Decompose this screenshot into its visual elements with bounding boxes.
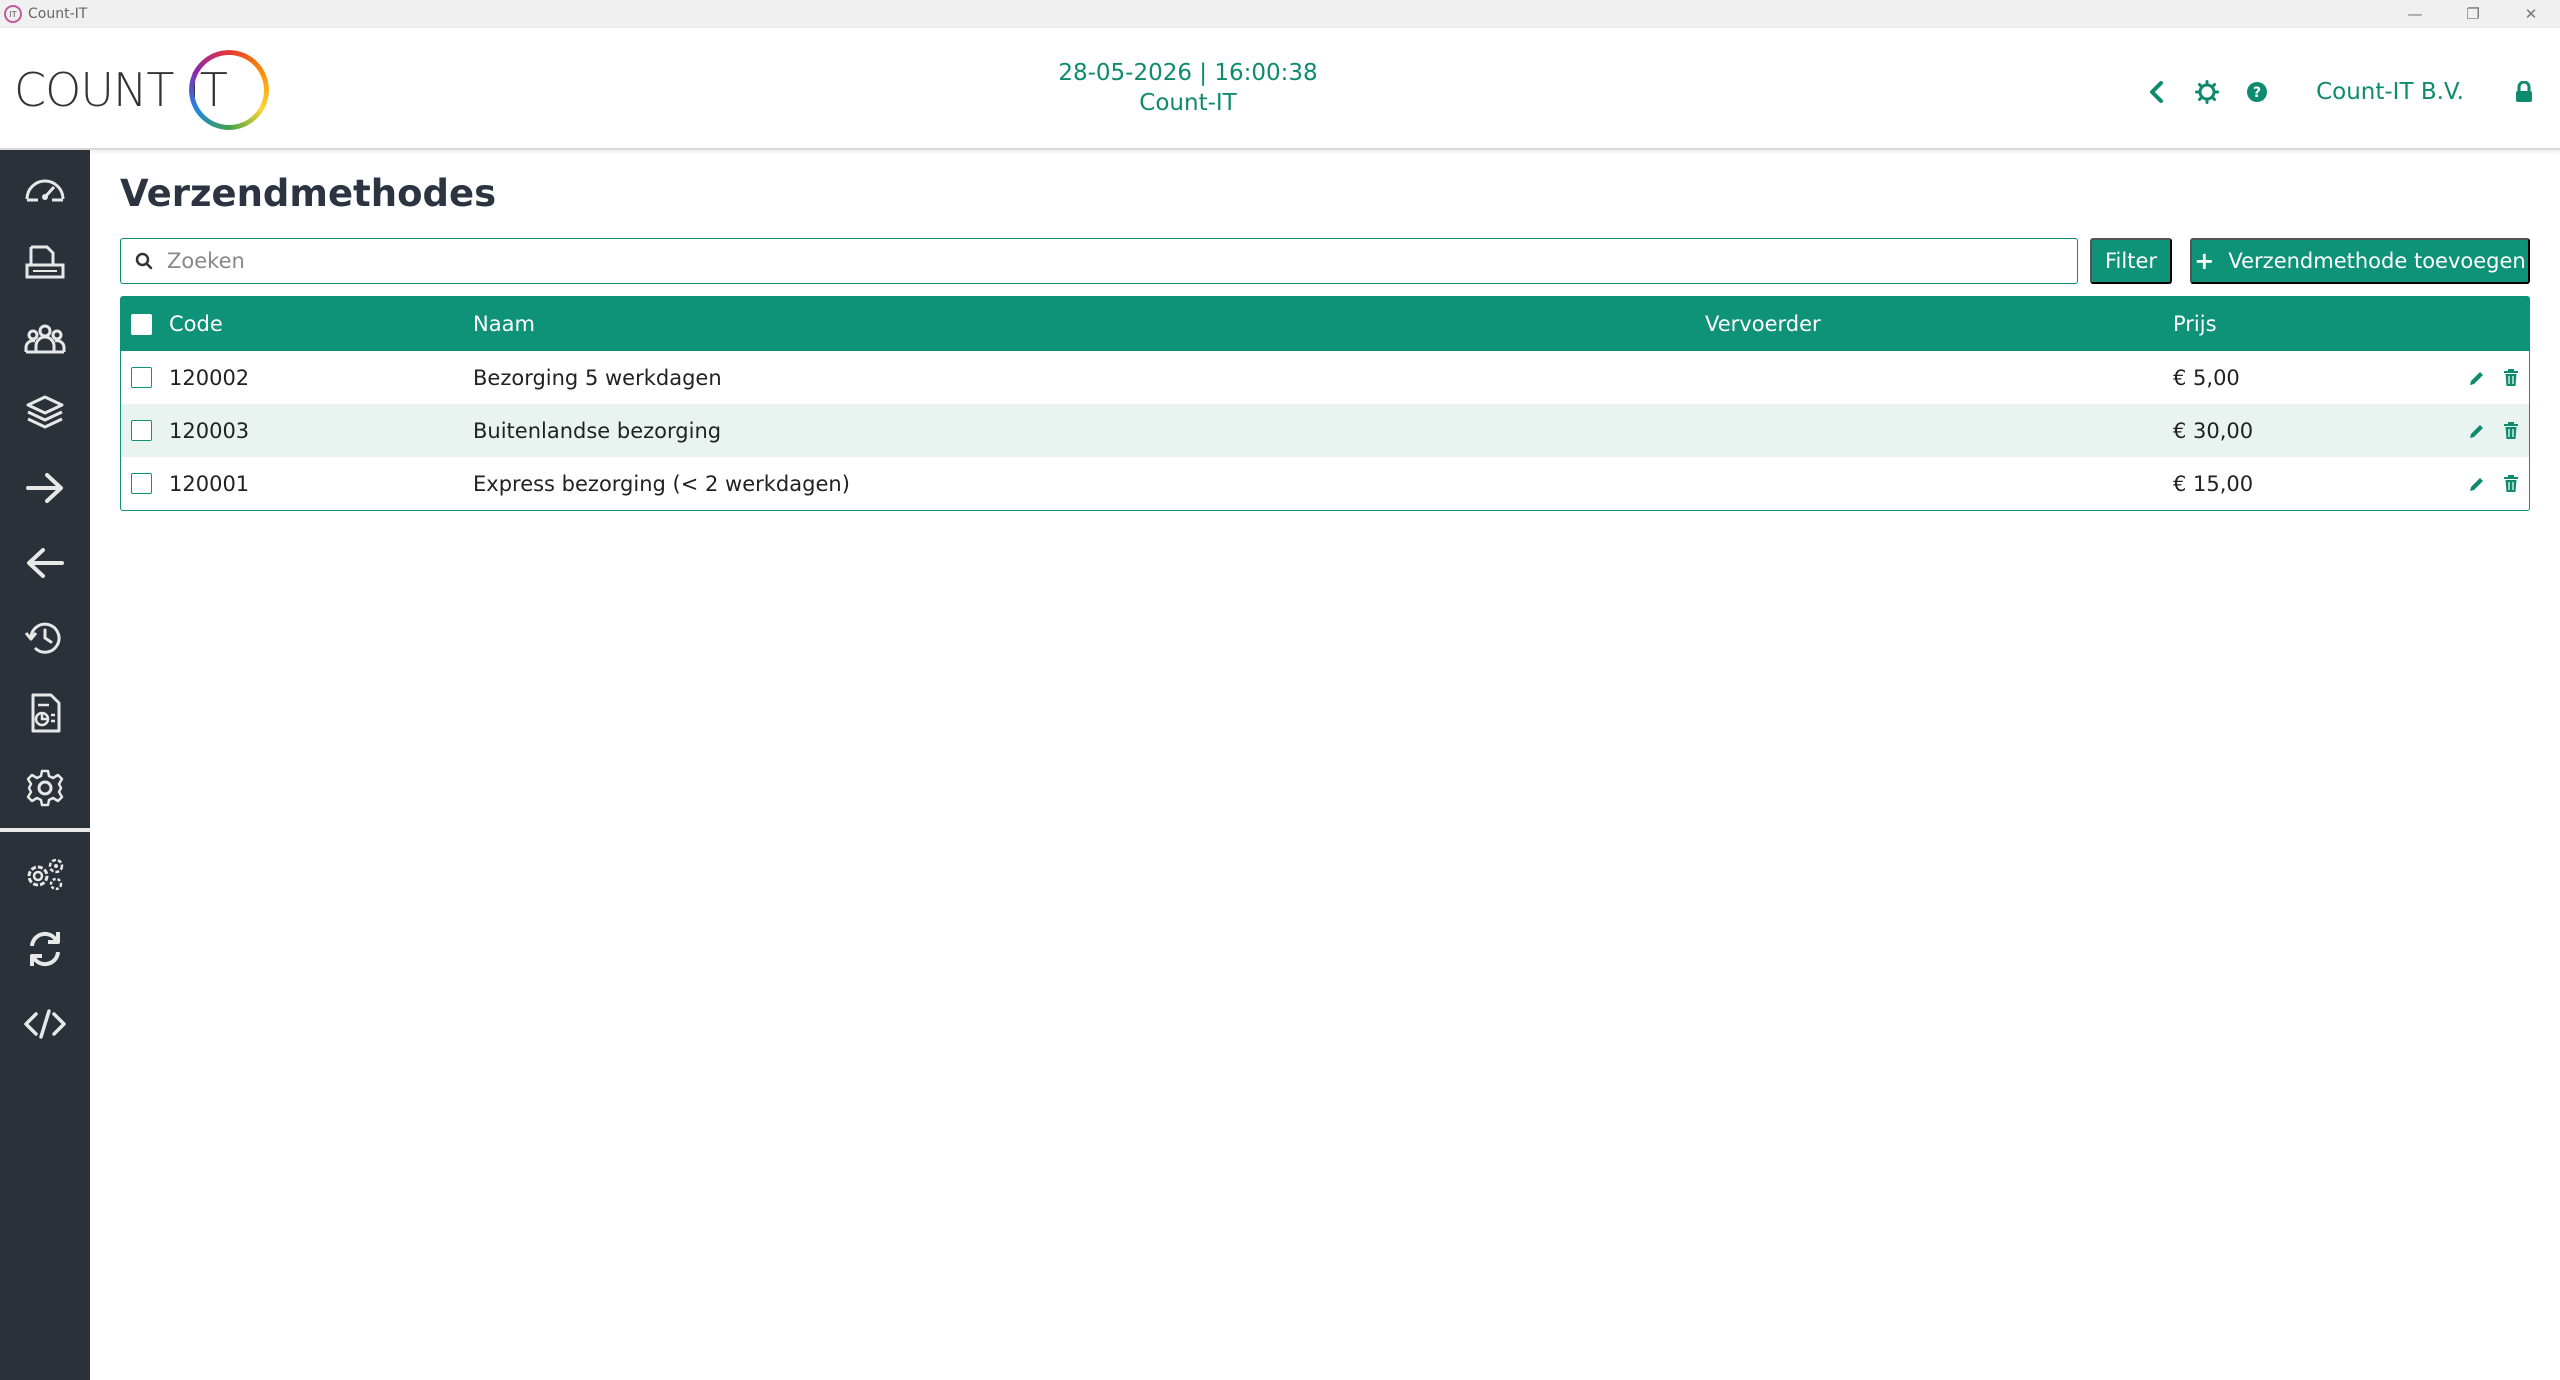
plus-icon: +	[2194, 247, 2215, 275]
sidebar-item-sync[interactable]	[0, 911, 90, 986]
column-header-price[interactable]: Prijs	[2173, 297, 2217, 351]
help-icon[interactable]: ?	[2232, 72, 2282, 112]
sidebar-item-incoming[interactable]	[0, 525, 90, 600]
sidebar-item-outgoing[interactable]	[0, 450, 90, 525]
code-icon	[24, 1008, 66, 1039]
sidebar	[0, 150, 90, 1380]
delete-trash-icon[interactable]	[2499, 472, 2523, 496]
row-name: Buitenlandse bezorging	[473, 418, 722, 443]
delete-trash-icon[interactable]	[2499, 419, 2523, 443]
header-datetime-block: 28-05-2026 | 16:00:38 Count-IT	[0, 58, 2376, 118]
lock-icon[interactable]	[2504, 72, 2544, 112]
column-header-carrier[interactable]: Vervoerder	[1705, 297, 1821, 351]
select-all-checkbox[interactable]	[131, 313, 152, 335]
column-header-code[interactable]: Code	[169, 297, 223, 351]
users-group-icon	[24, 324, 66, 353]
add-shipping-method-label: Verzendmethode toevoegen	[2228, 249, 2526, 273]
sidebar-item-reports[interactable]	[0, 675, 90, 750]
printer-document-icon	[25, 245, 65, 278]
edit-pencil-icon[interactable]	[2465, 366, 2489, 390]
header-subtitle: Count-IT	[1139, 90, 1237, 116]
page-title: Verzendmethodes	[120, 172, 497, 215]
sidebar-item-invoices[interactable]	[0, 225, 90, 300]
row-code: 120002	[169, 365, 250, 390]
table-row[interactable]: 120003 Buitenlandse bezorging € 30,00	[121, 404, 2529, 457]
table-header: Code Naam Vervoerder Prijs	[121, 297, 2529, 351]
filter-button[interactable]: Filter	[2090, 238, 2172, 284]
datetime-text: 28-05-2026 | 16:00:38	[1058, 60, 1318, 86]
row-price: € 5,00	[2173, 365, 2240, 390]
sync-icon	[30, 931, 60, 966]
row-checkbox[interactable]	[131, 473, 152, 494]
gears-icon	[27, 858, 64, 890]
edit-pencil-icon[interactable]	[2465, 419, 2489, 443]
column-header-name[interactable]: Naam	[473, 297, 535, 351]
arrow-right-icon	[26, 472, 63, 503]
sidebar-item-dashboard[interactable]	[0, 150, 90, 225]
window-titlebar: IT Count-IT — ❐ ✕	[0, 0, 2560, 28]
row-name: Express bezorging (< 2 werkdagen)	[473, 471, 850, 496]
history-icon	[25, 622, 61, 654]
sidebar-item-relations[interactable]	[0, 300, 90, 375]
table-row[interactable]: 120001 Express bezorging (< 2 werkdagen)…	[121, 457, 2529, 510]
window-title: Count-IT	[28, 6, 88, 22]
window-controls: — ❐ ✕	[2386, 0, 2560, 28]
gauge-icon	[25, 179, 65, 201]
header-actions: ? Count-IT B.V.	[2132, 72, 2560, 112]
row-checkbox[interactable]	[131, 367, 152, 388]
search-input[interactable]	[167, 241, 2057, 281]
close-button[interactable]: ✕	[2502, 0, 2560, 28]
row-checkbox[interactable]	[131, 420, 152, 441]
app-icon: IT	[4, 5, 22, 23]
sidebar-item-products[interactable]	[0, 375, 90, 450]
report-icon	[31, 693, 61, 732]
add-shipping-method-button[interactable]: + Verzendmethode toevoegen	[2190, 238, 2530, 284]
main-content: Verzendmethodes Filter + Verzendmethode …	[90, 150, 2560, 1380]
gear-icon	[26, 769, 64, 806]
box-icon	[26, 395, 64, 428]
minimize-button[interactable]: —	[2386, 0, 2444, 28]
search-bar	[120, 238, 2078, 284]
edit-pencil-icon[interactable]	[2465, 472, 2489, 496]
arrow-left-icon	[27, 547, 64, 578]
chevron-left-icon[interactable]	[2132, 72, 2182, 112]
app-header: COUNT IT 28-05-2026 | 16:00:38 Count-IT …	[0, 28, 2560, 150]
shipping-methods-table: Code Naam Vervoerder Prijs 120002 Bezorg…	[120, 296, 2530, 511]
restore-button[interactable]: ❐	[2444, 0, 2502, 28]
sidebar-item-history[interactable]	[0, 600, 90, 675]
sidebar-item-developer[interactable]	[0, 986, 90, 1061]
row-code: 120001	[169, 471, 250, 496]
company-name[interactable]: Count-IT B.V.	[2316, 79, 2464, 105]
svg-text:?: ?	[2253, 85, 2261, 101]
sidebar-separator	[0, 828, 90, 832]
delete-trash-icon[interactable]	[2499, 366, 2523, 390]
settings-cog-icon[interactable]	[2182, 72, 2232, 112]
table-row[interactable]: 120002 Bezorging 5 werkdagen € 5,00	[121, 351, 2529, 404]
row-price: € 30,00	[2173, 418, 2254, 443]
row-name: Bezorging 5 werkdagen	[473, 365, 722, 390]
search-icon	[121, 239, 167, 283]
row-code: 120003	[169, 418, 250, 443]
sidebar-item-advanced-settings[interactable]	[0, 836, 90, 911]
row-price: € 15,00	[2173, 471, 2254, 496]
sidebar-item-settings[interactable]	[0, 750, 90, 825]
